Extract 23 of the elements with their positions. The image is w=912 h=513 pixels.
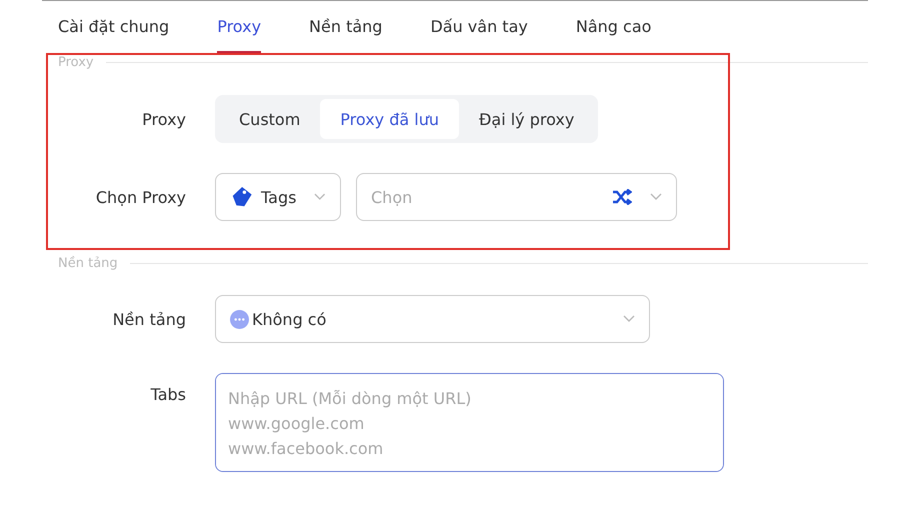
field-label: Nền tảng: [112, 310, 186, 328]
url-input-field[interactable]: Nhập URL (Mỗi dòng một URL) www.google.com www.facebook.com: [215, 373, 724, 472]
tab[interactable]: Cài đặt chung: [58, 1, 170, 53]
segment-option[interactable]: Đại lý proxy: [458, 99, 594, 139]
field-label: Tabs: [150, 385, 186, 404]
section-legend: Nền tảng: [58, 256, 118, 270]
tab[interactable]: Nền tảng: [309, 1, 382, 53]
tag-select[interactable]: Tags: [215, 173, 341, 221]
section-legend: Proxy: [58, 54, 94, 70]
tab[interactable]: Proxy: [217, 1, 262, 53]
segment-option[interactable]: Custom: [219, 99, 320, 139]
tag-icon: [230, 185, 254, 209]
field-label: Proxy: [141, 110, 186, 128]
platform-select[interactable]: Không có: [215, 295, 650, 343]
chevron-icon: [650, 193, 662, 201]
shuffle-icon: [612, 189, 632, 205]
more-icon: [230, 310, 249, 328]
field-label: Chọn Proxy: [94, 188, 186, 206]
tab[interactable]: Nâng cao: [576, 1, 652, 53]
chevron-icon: [314, 193, 326, 201]
chevron-icon: [623, 315, 635, 323]
segment-option[interactable]: Proxy đã lưu: [320, 99, 459, 139]
tab[interactable]: Dấu vân tay: [430, 1, 528, 53]
